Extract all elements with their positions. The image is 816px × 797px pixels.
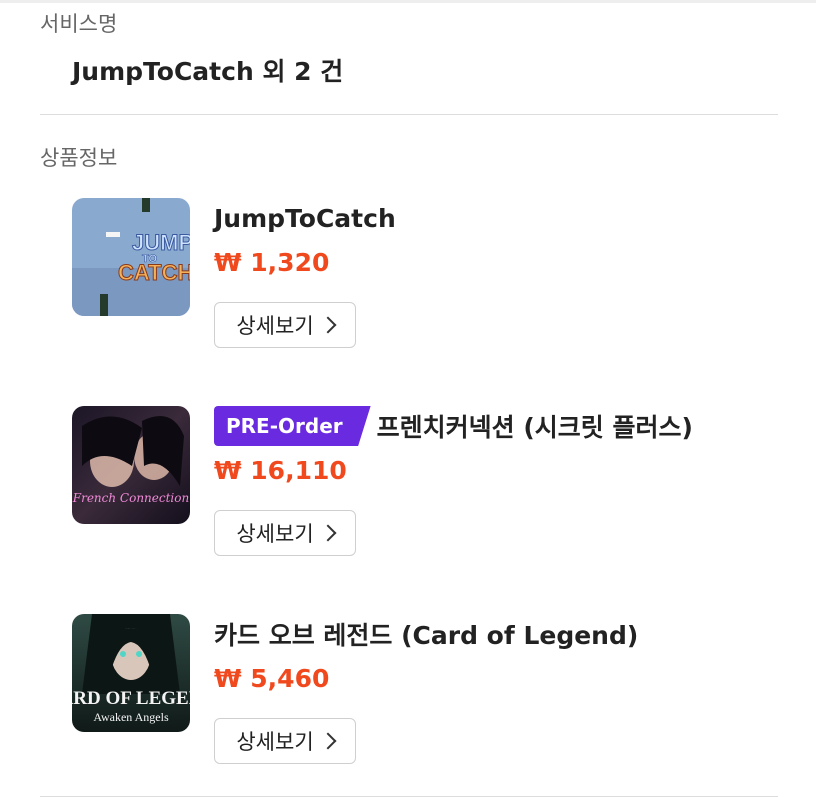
product-thumbnail-card-of-legend[interactable]: ARD OF LEGEN Awaken Angels — [72, 614, 190, 732]
service-name-label: 서비스명 — [40, 12, 118, 36]
chevron-right-icon — [319, 732, 337, 750]
product-item: French Connection PRE-Order 프렌치커넥션 (시크릿 … — [72, 406, 772, 566]
product-title[interactable]: 카드 오브 레전드 (Card of Legend) — [214, 616, 638, 652]
thumb-text: ARD OF LEGEN — [72, 688, 190, 709]
detail-button-label: 상세보기 — [236, 730, 314, 754]
thumb-text: Awaken Angels — [93, 710, 169, 724]
detail-button[interactable]: 상세보기 — [214, 510, 356, 556]
thumb-text: JUMP — [132, 230, 190, 255]
chevron-right-icon — [319, 316, 337, 334]
product-title[interactable]: JumpToCatch — [214, 204, 396, 233]
product-item: JUMP TO CATCH JumpToCatch ₩ 1,320 상세보기 — [72, 198, 772, 358]
pre-order-badge: PRE-Order — [214, 406, 371, 446]
product-title[interactable]: 프렌치커넥션 (시크릿 플러스) — [377, 408, 693, 444]
product-price: ₩ 1,320 — [214, 248, 330, 277]
product-title-row: PRE-Order 프렌치커넥션 (시크릿 플러스) — [214, 406, 693, 446]
thumb-text: CATCH — [118, 260, 190, 285]
product-price: ₩ 16,110 — [214, 456, 347, 485]
service-name-value: JumpToCatch 외 2 건 — [72, 57, 344, 86]
top-rule — [0, 0, 816, 3]
product-thumbnail-jumptocatch[interactable]: JUMP TO CATCH — [72, 198, 190, 316]
detail-button-label: 상세보기 — [236, 314, 314, 338]
divider — [40, 114, 778, 115]
detail-button[interactable]: 상세보기 — [214, 718, 356, 764]
product-thumbnail-french-connection[interactable]: French Connection — [72, 406, 190, 524]
product-title-row: JumpToCatch — [214, 198, 396, 238]
chevron-right-icon — [319, 524, 337, 542]
detail-button[interactable]: 상세보기 — [214, 302, 356, 348]
product-price: ₩ 5,460 — [214, 664, 330, 693]
product-title-row: 카드 오브 레전드 (Card of Legend) — [214, 614, 638, 654]
product-item: ARD OF LEGEN Awaken Angels 카드 오브 레전드 (Ca… — [72, 614, 772, 774]
detail-button-label: 상세보기 — [236, 522, 314, 546]
product-info-label: 상품정보 — [40, 146, 118, 170]
thumb-text: French Connection — [72, 491, 189, 505]
